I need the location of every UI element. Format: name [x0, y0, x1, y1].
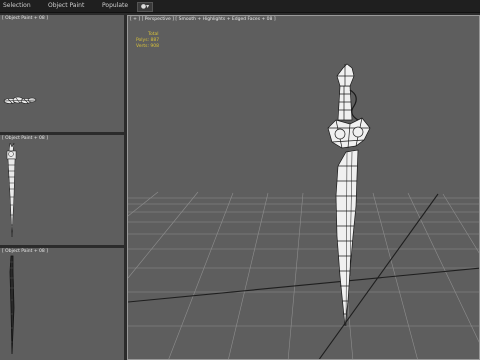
perspective-scene: [128, 63, 479, 359]
dropdown-icon[interactable]: ●▾: [137, 2, 153, 12]
menu-bar: Selection Object Paint Populate ●▾: [0, 0, 480, 13]
menu-populate[interactable]: Populate: [102, 1, 128, 11]
menu-selection[interactable]: Selection: [3, 1, 31, 11]
sword-mesh-front: [6, 142, 17, 238]
grid-axes: [128, 193, 479, 359]
sword-model: [327, 63, 371, 327]
viewport-perspective[interactable]: [ + ] [ Perspective ] [ Smooth + Highlig…: [127, 15, 480, 360]
menu-object-paint[interactable]: Object Paint: [48, 1, 84, 11]
sword-mesh-top: [3, 96, 37, 104]
ground-grid: [128, 191, 479, 359]
viewport-side[interactable]: [ Object Paint + 08 ]: [0, 248, 124, 360]
sword-mesh-side: [9, 255, 15, 355]
viewport-front[interactable]: [ Object Paint + 08 ]: [0, 135, 124, 245]
viewport-top[interactable]: [ Object Paint + 08 ]: [0, 15, 124, 132]
